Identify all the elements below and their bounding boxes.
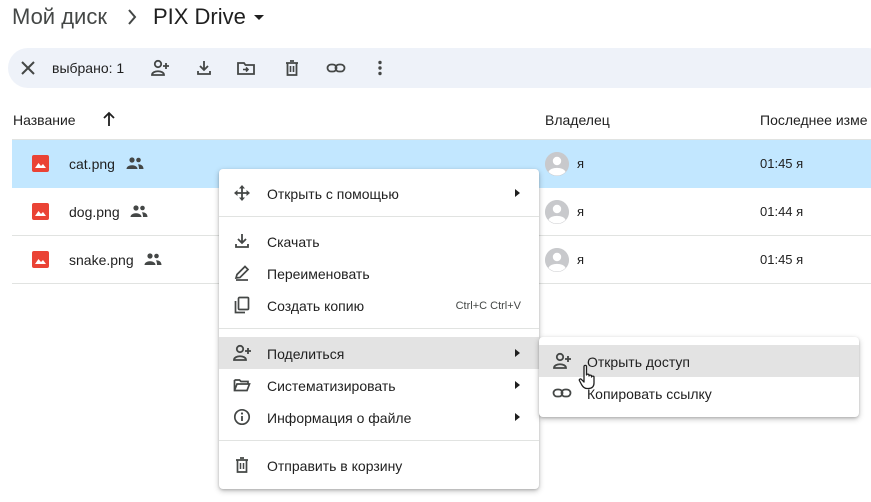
caret-down-icon <box>253 14 264 20</box>
download-icon[interactable] <box>194 58 214 78</box>
shared-people-icon <box>144 252 162 266</box>
breadcrumb: Мой диск PIX Drive <box>12 2 264 32</box>
avatar <box>545 248 569 272</box>
current-folder-label: PIX Drive <box>152 4 246 29</box>
submenu-arrow-icon <box>515 189 520 197</box>
shared-people-icon <box>130 204 148 218</box>
column-header-owner[interactable]: Владелец <box>545 112 610 128</box>
folder-open-icon <box>232 375 252 395</box>
menu-item-label: Переименовать <box>267 266 370 282</box>
link-icon <box>552 383 572 403</box>
pencil-icon <box>232 263 252 283</box>
hand-pointer-cursor-icon <box>578 364 598 390</box>
close-icon[interactable] <box>18 58 38 78</box>
menu-item-label: Открыть с помощью <box>267 186 399 202</box>
file-name: cat.png <box>69 156 115 172</box>
submenu-arrow-icon <box>515 381 520 389</box>
open-with-icon <box>232 183 252 203</box>
menu-item-rename[interactable]: Переименовать <box>219 257 539 289</box>
file-name: snake.png <box>69 252 134 268</box>
keyboard-shortcut: Ctrl+C Ctrl+V <box>455 300 521 312</box>
column-header-name[interactable]: Название <box>13 112 76 128</box>
chevron-right-icon <box>127 9 139 25</box>
menu-item-label: Поделиться <box>267 346 345 362</box>
person-add-icon <box>232 343 252 363</box>
trash-icon <box>232 455 252 475</box>
menu-divider <box>219 440 539 441</box>
menu-item-download[interactable]: Скачать <box>219 225 539 257</box>
menu-item-file-info[interactable]: Информация о файле <box>219 401 539 433</box>
selection-toolbar: выбрано: 1 <box>8 48 871 88</box>
avatar <box>545 200 569 224</box>
menu-divider <box>219 216 539 217</box>
breadcrumb-my-drive[interactable]: Мой диск <box>12 4 107 30</box>
menu-item-label: Информация о файле <box>267 410 412 426</box>
person-add-icon <box>552 351 572 371</box>
image-file-icon <box>32 251 49 268</box>
menu-item-move-to-trash[interactable]: Отправить в корзину <box>219 449 539 481</box>
trash-icon[interactable] <box>282 58 302 78</box>
share-person-add-icon[interactable] <box>150 58 170 78</box>
context-menu: Открыть с помощью Скачать Переименовать … <box>219 169 539 489</box>
selection-count: выбрано: 1 <box>52 60 125 76</box>
column-header-modified[interactable]: Последнее изме <box>760 112 868 128</box>
breadcrumb-current-folder[interactable]: PIX Drive <box>153 4 264 30</box>
image-file-icon <box>32 203 49 220</box>
menu-item-make-copy[interactable]: Создать копию Ctrl+C Ctrl+V <box>219 289 539 321</box>
image-file-icon <box>32 155 49 172</box>
owner-name: я <box>577 156 585 171</box>
menu-item-share[interactable]: Поделиться <box>219 337 539 369</box>
owner-name: я <box>577 204 585 219</box>
download-icon <box>232 231 252 251</box>
menu-item-label: Создать копию <box>267 298 365 314</box>
copy-icon <box>232 295 252 315</box>
menu-item-label: Скачать <box>267 234 320 250</box>
more-vert-icon[interactable] <box>370 58 390 78</box>
file-name: dog.png <box>69 204 120 220</box>
modified-time: 01:45 я <box>760 252 804 267</box>
menu-item-open-with[interactable]: Открыть с помощью <box>219 177 539 209</box>
menu-divider <box>219 328 539 329</box>
menu-item-label: Систематизировать <box>267 378 396 394</box>
submenu-arrow-icon <box>515 413 520 421</box>
modified-time: 01:44 я <box>760 204 804 219</box>
submenu-arrow-icon <box>515 349 520 357</box>
menu-item-label: Копировать ссылку <box>587 386 712 402</box>
link-icon[interactable] <box>326 58 346 78</box>
menu-item-label: Открыть доступ <box>587 354 690 370</box>
move-to-folder-icon[interactable] <box>236 58 256 78</box>
modified-time: 01:45 я <box>760 156 804 171</box>
menu-item-organize[interactable]: Систематизировать <box>219 369 539 401</box>
avatar <box>545 152 569 176</box>
info-icon <box>232 407 252 427</box>
arrow-up-icon[interactable] <box>100 110 118 128</box>
owner-name: я <box>577 252 585 267</box>
shared-people-icon <box>126 156 144 170</box>
menu-item-label: Отправить в корзину <box>267 458 403 474</box>
